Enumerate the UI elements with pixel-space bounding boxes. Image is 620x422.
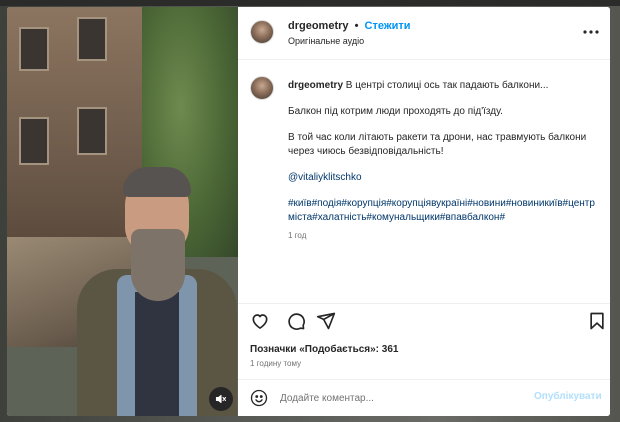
mute-button[interactable] (209, 387, 233, 411)
caption-username[interactable]: drgeometry (288, 80, 343, 91)
comment-input[interactable] (280, 388, 520, 408)
more-horizontal-icon[interactable] (582, 24, 600, 40)
video-window (77, 107, 107, 155)
likes-count[interactable]: Позначки «Подобається»: 361 (250, 344, 398, 355)
bookmark-icon[interactable] (587, 311, 607, 331)
actions-divider (238, 303, 610, 304)
comment-bar: Опублікувати (238, 379, 610, 416)
separator-dot: • (354, 20, 359, 32)
caption-avatar[interactable] (250, 76, 274, 100)
video-window (19, 117, 49, 165)
publish-comment-button[interactable]: Опублікувати (534, 391, 602, 402)
caption-timestamp[interactable]: 1 год (288, 229, 600, 243)
original-audio-link[interactable]: Оригінальне аудіо (288, 36, 364, 46)
mention-link[interactable]: @vitaliyklitschko (288, 172, 362, 183)
video-person-tshirt (135, 292, 179, 416)
follow-button[interactable]: Стежити (365, 20, 411, 32)
hashtags[interactable]: #київ#подія#корупція#корупціявукраїні#но… (288, 197, 600, 225)
caption-text-1: В центрі столиці ось так падають балкони… (345, 80, 549, 91)
author-username[interactable]: drgeometry (288, 20, 349, 32)
post-details-panel: drgeometry • Стежити Оригінальне аудіо d… (238, 7, 610, 416)
heart-icon[interactable] (250, 311, 270, 331)
post-video[interactable] (7, 7, 238, 416)
video-window (19, 27, 49, 71)
author-line: drgeometry • Стежити (288, 20, 411, 32)
post-modal: drgeometry • Стежити Оригінальне аудіо d… (7, 7, 610, 416)
comment-icon[interactable] (286, 311, 306, 331)
video-person-beard (131, 229, 185, 301)
emoji-icon[interactable] (250, 389, 268, 407)
caption-text-2: Балкон під котрим люди проходять до під'… (288, 106, 503, 117)
speaker-muted-icon (215, 394, 227, 404)
post-header: drgeometry • Стежити Оригінальне аудіо (238, 7, 610, 60)
overlay-strip (0, 0, 620, 6)
author-avatar[interactable] (250, 20, 274, 44)
send-icon[interactable] (316, 311, 336, 331)
video-person-hair (123, 167, 191, 197)
post-time[interactable]: 1 годину тому (250, 359, 301, 368)
video-window (77, 17, 107, 61)
post-caption: drgeometry В центрі столиці ось так пада… (288, 79, 600, 243)
caption-text-3: В той час коли літають ракети та дрони, … (288, 132, 587, 157)
